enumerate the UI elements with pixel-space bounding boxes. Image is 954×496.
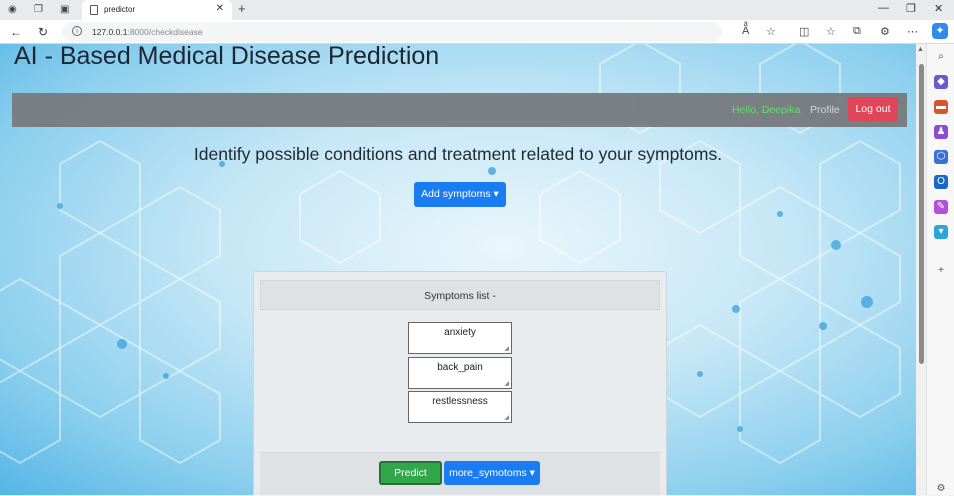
info-icon[interactable]: i bbox=[72, 26, 82, 36]
extensions-icon[interactable]: ⚙ bbox=[880, 25, 890, 38]
url-path: :8000/checkdisease bbox=[127, 27, 203, 37]
favorite-icon[interactable]: ☆ bbox=[766, 25, 776, 38]
resize-grip-icon[interactable]: ◢ bbox=[504, 414, 509, 421]
new-tab-button[interactable]: + bbox=[238, 1, 246, 16]
maximize-button[interactable]: ❐ bbox=[906, 2, 916, 15]
sidebar-settings-icon[interactable]: ⚙ bbox=[934, 482, 948, 496]
minimize-button[interactable]: — bbox=[878, 2, 889, 14]
symptom-value: anxiety bbox=[444, 327, 476, 338]
add-sidebar-app-icon[interactable]: + bbox=[934, 264, 948, 278]
scroll-up-icon[interactable]: ▲ bbox=[917, 46, 924, 53]
profile-link[interactable]: Profile bbox=[810, 104, 840, 116]
split-screen-icon[interactable]: ◫ bbox=[799, 25, 809, 38]
greeting: Hello, Deepika bbox=[732, 104, 801, 116]
workspaces-icon[interactable]: ❒ bbox=[34, 4, 43, 15]
designer-icon[interactable]: ✎ bbox=[934, 200, 948, 214]
site-title: AI - Based Medical Disease Prediction bbox=[14, 44, 440, 70]
tools-icon[interactable]: ▬ bbox=[934, 100, 948, 114]
close-tab-icon[interactable]: ✕ bbox=[216, 3, 224, 14]
symptom-field[interactable]: restlessness ◢ bbox=[408, 391, 512, 423]
back-icon[interactable]: ← bbox=[10, 25, 22, 39]
resize-grip-icon[interactable]: ◢ bbox=[504, 345, 509, 352]
logout-button[interactable]: Log out bbox=[848, 97, 898, 121]
games-icon[interactable]: ♟ bbox=[934, 125, 948, 139]
resize-grip-icon[interactable]: ◢ bbox=[504, 380, 509, 387]
outlook-icon[interactable]: O bbox=[934, 175, 948, 189]
tab-strip: ◉ ❒ ▣ predictor ✕ + — ❐ ✕ bbox=[0, 0, 954, 20]
copilot-icon[interactable]: ✦ bbox=[932, 23, 948, 39]
collections-icon[interactable]: ⧉ bbox=[853, 25, 861, 38]
predict-button[interactable]: Predict bbox=[379, 461, 442, 485]
page-viewport: AI - Based Medical Disease Prediction He… bbox=[0, 44, 916, 495]
search-icon[interactable]: ⌕ bbox=[934, 50, 948, 64]
microsoft365-icon[interactable]: ⬡ bbox=[934, 150, 948, 164]
scroll-thumb[interactable] bbox=[919, 64, 924, 364]
tab-title: predictor bbox=[104, 5, 136, 14]
symptom-field[interactable]: anxiety ◢ bbox=[408, 322, 512, 354]
drop-icon[interactable]: ▾ bbox=[934, 225, 948, 239]
favorites-bar-icon[interactable]: ☆ bbox=[826, 25, 836, 38]
page-headline: Identify possible conditions and treatme… bbox=[193, 144, 723, 164]
panel-footer: Predict more_symotoms ▾ bbox=[260, 452, 660, 495]
more-symptoms-button[interactable]: more_symotoms ▾ bbox=[444, 461, 540, 485]
more-icon[interactable]: ⋯ bbox=[907, 25, 918, 38]
tab-predictor[interactable]: predictor ✕ bbox=[82, 0, 232, 20]
profile-icon[interactable]: ◉ bbox=[8, 4, 17, 15]
edge-sidebar: ⌕ ◆ ▬ ♟ ⬡ O ✎ ▾ + ⚙ bbox=[926, 44, 954, 495]
navbar: Hello, Deepika Profile Log out bbox=[12, 93, 907, 127]
add-symptoms-button[interactable]: Add symptoms ▾ bbox=[414, 182, 506, 207]
symptom-field[interactable]: back_pain ◢ bbox=[408, 357, 512, 389]
page-scrollbar[interactable]: ▲ bbox=[916, 44, 926, 495]
shopping-icon[interactable]: ◆ bbox=[934, 75, 948, 89]
url-host: 127.0.0.1 bbox=[92, 27, 128, 37]
page-icon bbox=[90, 5, 98, 15]
symptoms-list-header: Symptoms list - bbox=[260, 280, 660, 310]
address-bar: ← ↻ i 127.0.0.1:8000/checkdisease Aͣ ☆ ◫… bbox=[0, 20, 954, 44]
symptom-value: restlessness bbox=[432, 396, 488, 407]
symptom-value: back_pain bbox=[437, 362, 483, 373]
read-aloud-icon[interactable]: Aͣ bbox=[742, 25, 749, 37]
symptoms-panel: Symptoms list - anxiety ◢ back_pain ◢ re… bbox=[253, 271, 667, 495]
refresh-icon[interactable]: ↻ bbox=[38, 25, 48, 39]
close-window-button[interactable]: ✕ bbox=[934, 2, 943, 15]
tab-actions-icon[interactable]: ▣ bbox=[60, 4, 69, 15]
url-field[interactable]: i 127.0.0.1:8000/checkdisease bbox=[62, 22, 722, 42]
